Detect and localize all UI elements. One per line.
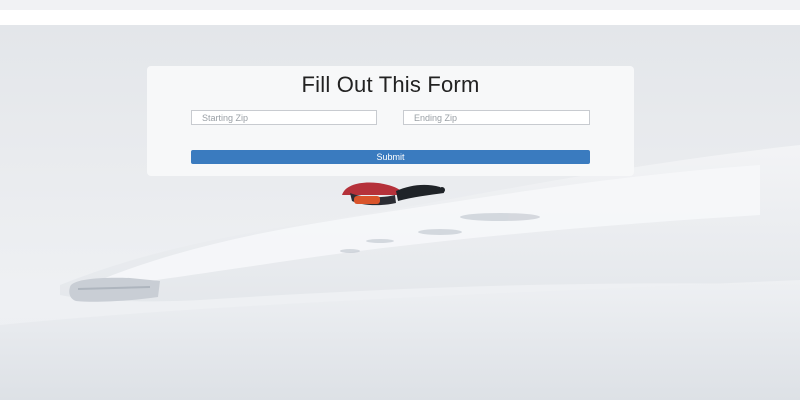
starting-zip-input[interactable]	[191, 110, 377, 125]
submit-button[interactable]: Submit	[191, 150, 590, 164]
ending-zip-input[interactable]	[403, 110, 590, 125]
hero-background: Fill Out This Form Submit	[0, 25, 800, 400]
top-bar	[0, 0, 800, 10]
form-card: Fill Out This Form Submit	[147, 66, 634, 176]
form-title: Fill Out This Form	[301, 72, 480, 97]
page: Fill Out This Form Submit	[0, 0, 800, 400]
